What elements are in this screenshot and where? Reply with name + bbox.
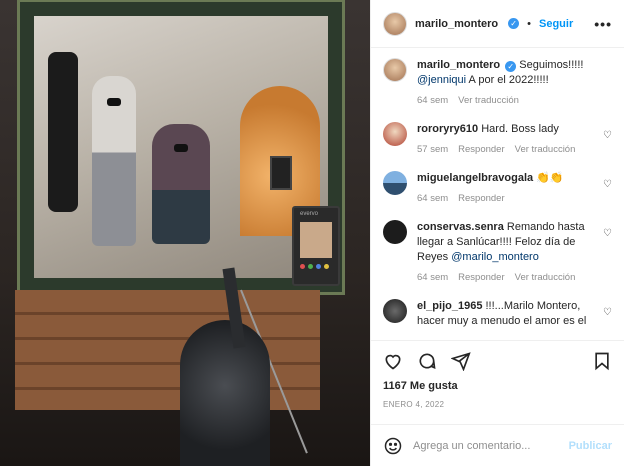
comment-input[interactable] — [413, 439, 559, 452]
comment-text: 👏👏 — [536, 172, 564, 184]
wooden-pallet — [15, 290, 320, 410]
monitor-screen — [300, 222, 332, 258]
comment-time[interactable]: 57 sem — [417, 142, 448, 157]
list-item: conservas.senra Remando hasta llegar a S… — [383, 220, 612, 285]
reply-button[interactable]: Responder — [458, 270, 504, 285]
post-sidebar: marilo_montero ✓ • Seguir ••• marilo_mon… — [370, 0, 624, 466]
translate-link[interactable]: Ver traducción — [458, 93, 519, 108]
caption: marilo_montero ✓ Seguimos!!!!! @jenniqui… — [383, 58, 612, 108]
more-options-icon[interactable]: ••• — [594, 16, 612, 32]
list-item: el_pijo_1965 !!!...Marilo Montero, hacer… — [383, 299, 612, 329]
author-username[interactable]: marilo_montero — [415, 18, 498, 30]
comment-icon[interactable] — [417, 351, 437, 371]
comment-username[interactable]: miguelangelbravogala — [417, 172, 533, 184]
likes-count[interactable]: 1167 Me gusta — [371, 380, 624, 398]
like-comment-heart-icon[interactable]: ♡ — [603, 228, 612, 239]
avatar[interactable] — [383, 11, 407, 36]
comment-time[interactable]: 64 sem — [417, 270, 448, 285]
monitor-brand: evervo — [300, 211, 319, 217]
follow-button[interactable]: Seguir — [539, 18, 573, 30]
verified-badge-icon: ✓ — [505, 61, 517, 72]
avatar[interactable] — [383, 299, 407, 323]
rowing-monitor: evervo — [292, 206, 340, 286]
list-item: miguelangelbravogala 👏👏 64 sem Responder… — [383, 171, 612, 206]
translate-link[interactable]: Ver traducción — [515, 270, 576, 285]
publish-button[interactable]: Publicar — [569, 440, 612, 452]
caption-time[interactable]: 64 sem — [417, 93, 448, 108]
bookmark-icon[interactable] — [592, 351, 612, 371]
heart-icon[interactable] — [383, 351, 403, 371]
separator-dot: • — [527, 17, 531, 30]
emoji-icon[interactable] — [383, 436, 403, 456]
rowing-person — [152, 124, 210, 244]
comment-composer: Publicar — [371, 424, 624, 466]
face-mask — [107, 98, 121, 106]
verified-badge-icon: ✓ — [508, 18, 520, 29]
instagram-post-view: evervo marilo_montero ✓ • Seguir ••• mar… — [0, 0, 624, 466]
like-comment-heart-icon[interactable]: ♡ — [603, 307, 612, 318]
post-photo[interactable]: evervo — [0, 0, 370, 466]
comment-mention[interactable]: @marilo_montero — [451, 251, 539, 263]
comment-username[interactable]: rororyry610 — [417, 123, 478, 135]
like-comment-heart-icon[interactable]: ♡ — [603, 130, 612, 141]
like-comment-heart-icon[interactable]: ♡ — [603, 179, 612, 190]
punching-bag — [48, 52, 78, 212]
avatar[interactable] — [383, 122, 407, 146]
comment-username[interactable]: conservas.senra — [417, 221, 504, 233]
mirror-reflection — [34, 16, 328, 278]
caption-text-line1: Seguimos!!!!! — [519, 59, 584, 71]
avatar[interactable] — [383, 220, 407, 244]
post-actions — [371, 340, 624, 380]
caption-username[interactable]: marilo_montero — [417, 59, 500, 71]
list-item: rororyry610 Hard. Boss lady 57 sem Respo… — [383, 122, 612, 157]
monitor-buttons — [300, 264, 329, 269]
comments-list[interactable]: marilo_montero ✓ Seguimos!!!!! @jenniqui… — [371, 48, 624, 340]
comment-text: Hard. Boss lady — [481, 123, 559, 135]
post-header: marilo_montero ✓ • Seguir ••• — [371, 0, 624, 48]
caption-mention[interactable]: @jenniqui — [417, 74, 466, 86]
face-mask — [174, 144, 188, 152]
translate-link[interactable]: Ver traducción — [515, 142, 576, 157]
standing-person — [92, 76, 136, 246]
avatar[interactable] — [383, 58, 407, 82]
reply-button[interactable]: Responder — [458, 191, 504, 206]
reflected-monitor — [270, 156, 292, 190]
comment-time[interactable]: 64 sem — [417, 191, 448, 206]
avatar[interactable] — [383, 171, 407, 195]
post-date: ENERO 4, 2022 — [383, 400, 445, 409]
comment-username[interactable]: el_pijo_1965 — [417, 300, 482, 312]
reply-button[interactable]: Responder — [458, 142, 504, 157]
rowing-machine-flywheel — [180, 320, 270, 466]
caption-text-line2: A por el 2022!!!!! — [468, 74, 549, 86]
share-icon[interactable] — [451, 351, 471, 371]
